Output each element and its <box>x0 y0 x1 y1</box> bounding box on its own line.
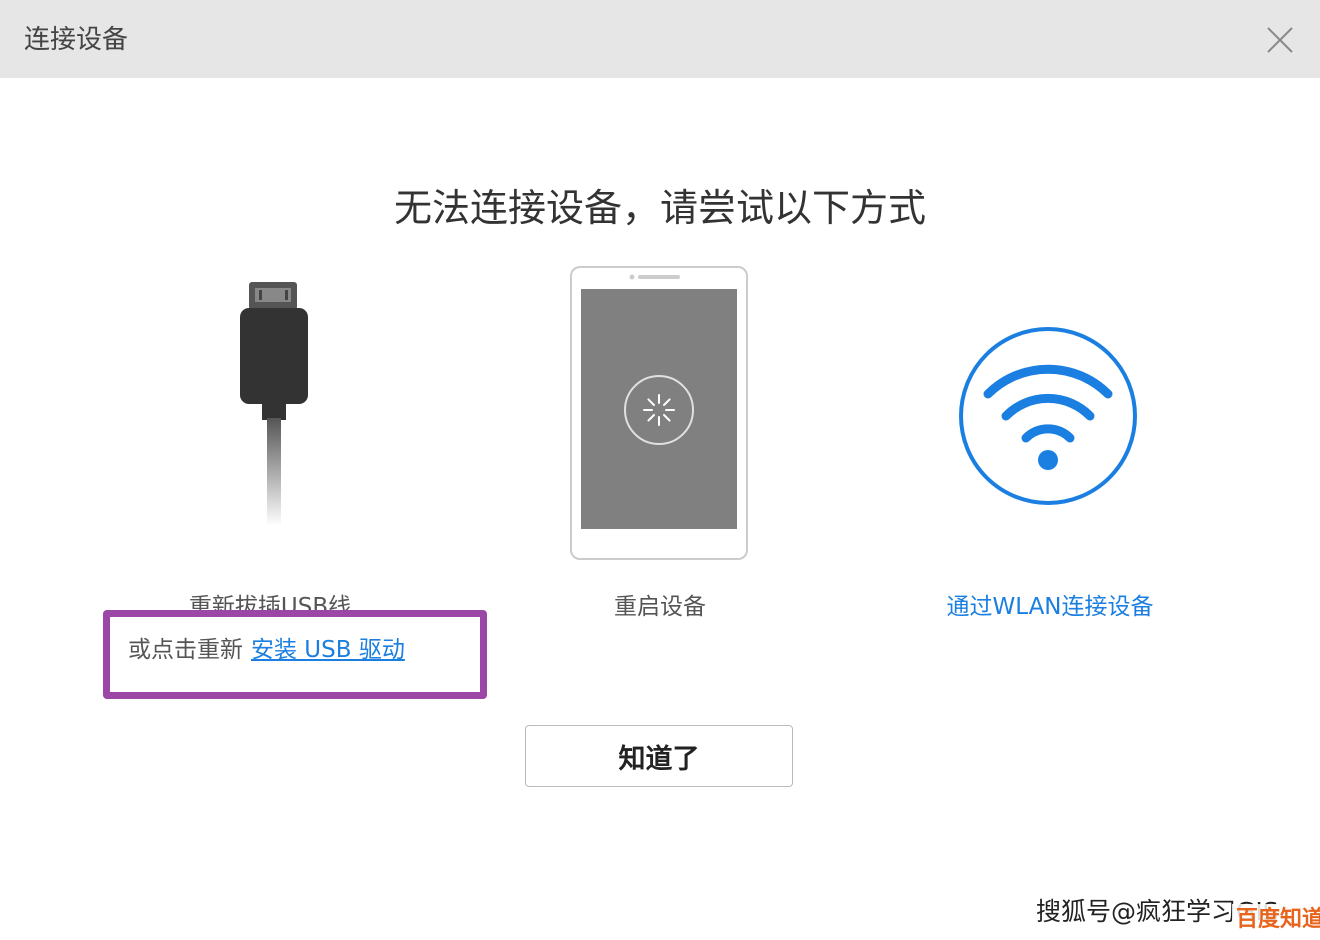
install-usb-driver-link[interactable]: 安装 USB 驱动 <box>251 637 405 663</box>
got-it-button[interactable]: 知道了 <box>525 725 793 787</box>
title-bar: 连接设备 <box>0 0 1320 78</box>
wlan-connect-link[interactable]: 通过WLAN连接设备 <box>900 590 1200 624</box>
watermark-badge: 百度知道 <box>1232 904 1320 936</box>
wifi-icon[interactable] <box>956 324 1140 508</box>
usb-option-label-wrapper: 重新拔插USB线 <box>140 590 400 612</box>
usb-cable-icon <box>230 278 320 528</box>
page-headline: 无法连接设备，请尝试以下方式 <box>393 186 926 230</box>
usb-option-label: 重新拔插USB线 <box>188 594 352 612</box>
driver-install-prompt: 或点击重新 安装 USB 驱动 <box>128 633 405 667</box>
window-title: 连接设备 <box>24 25 129 55</box>
driver-prompt-prefix: 或点击重新 <box>128 637 243 663</box>
phone-restart-icon <box>570 266 748 560</box>
close-icon[interactable] <box>1258 18 1302 62</box>
restart-option-label: 重启设备 <box>614 594 706 620</box>
